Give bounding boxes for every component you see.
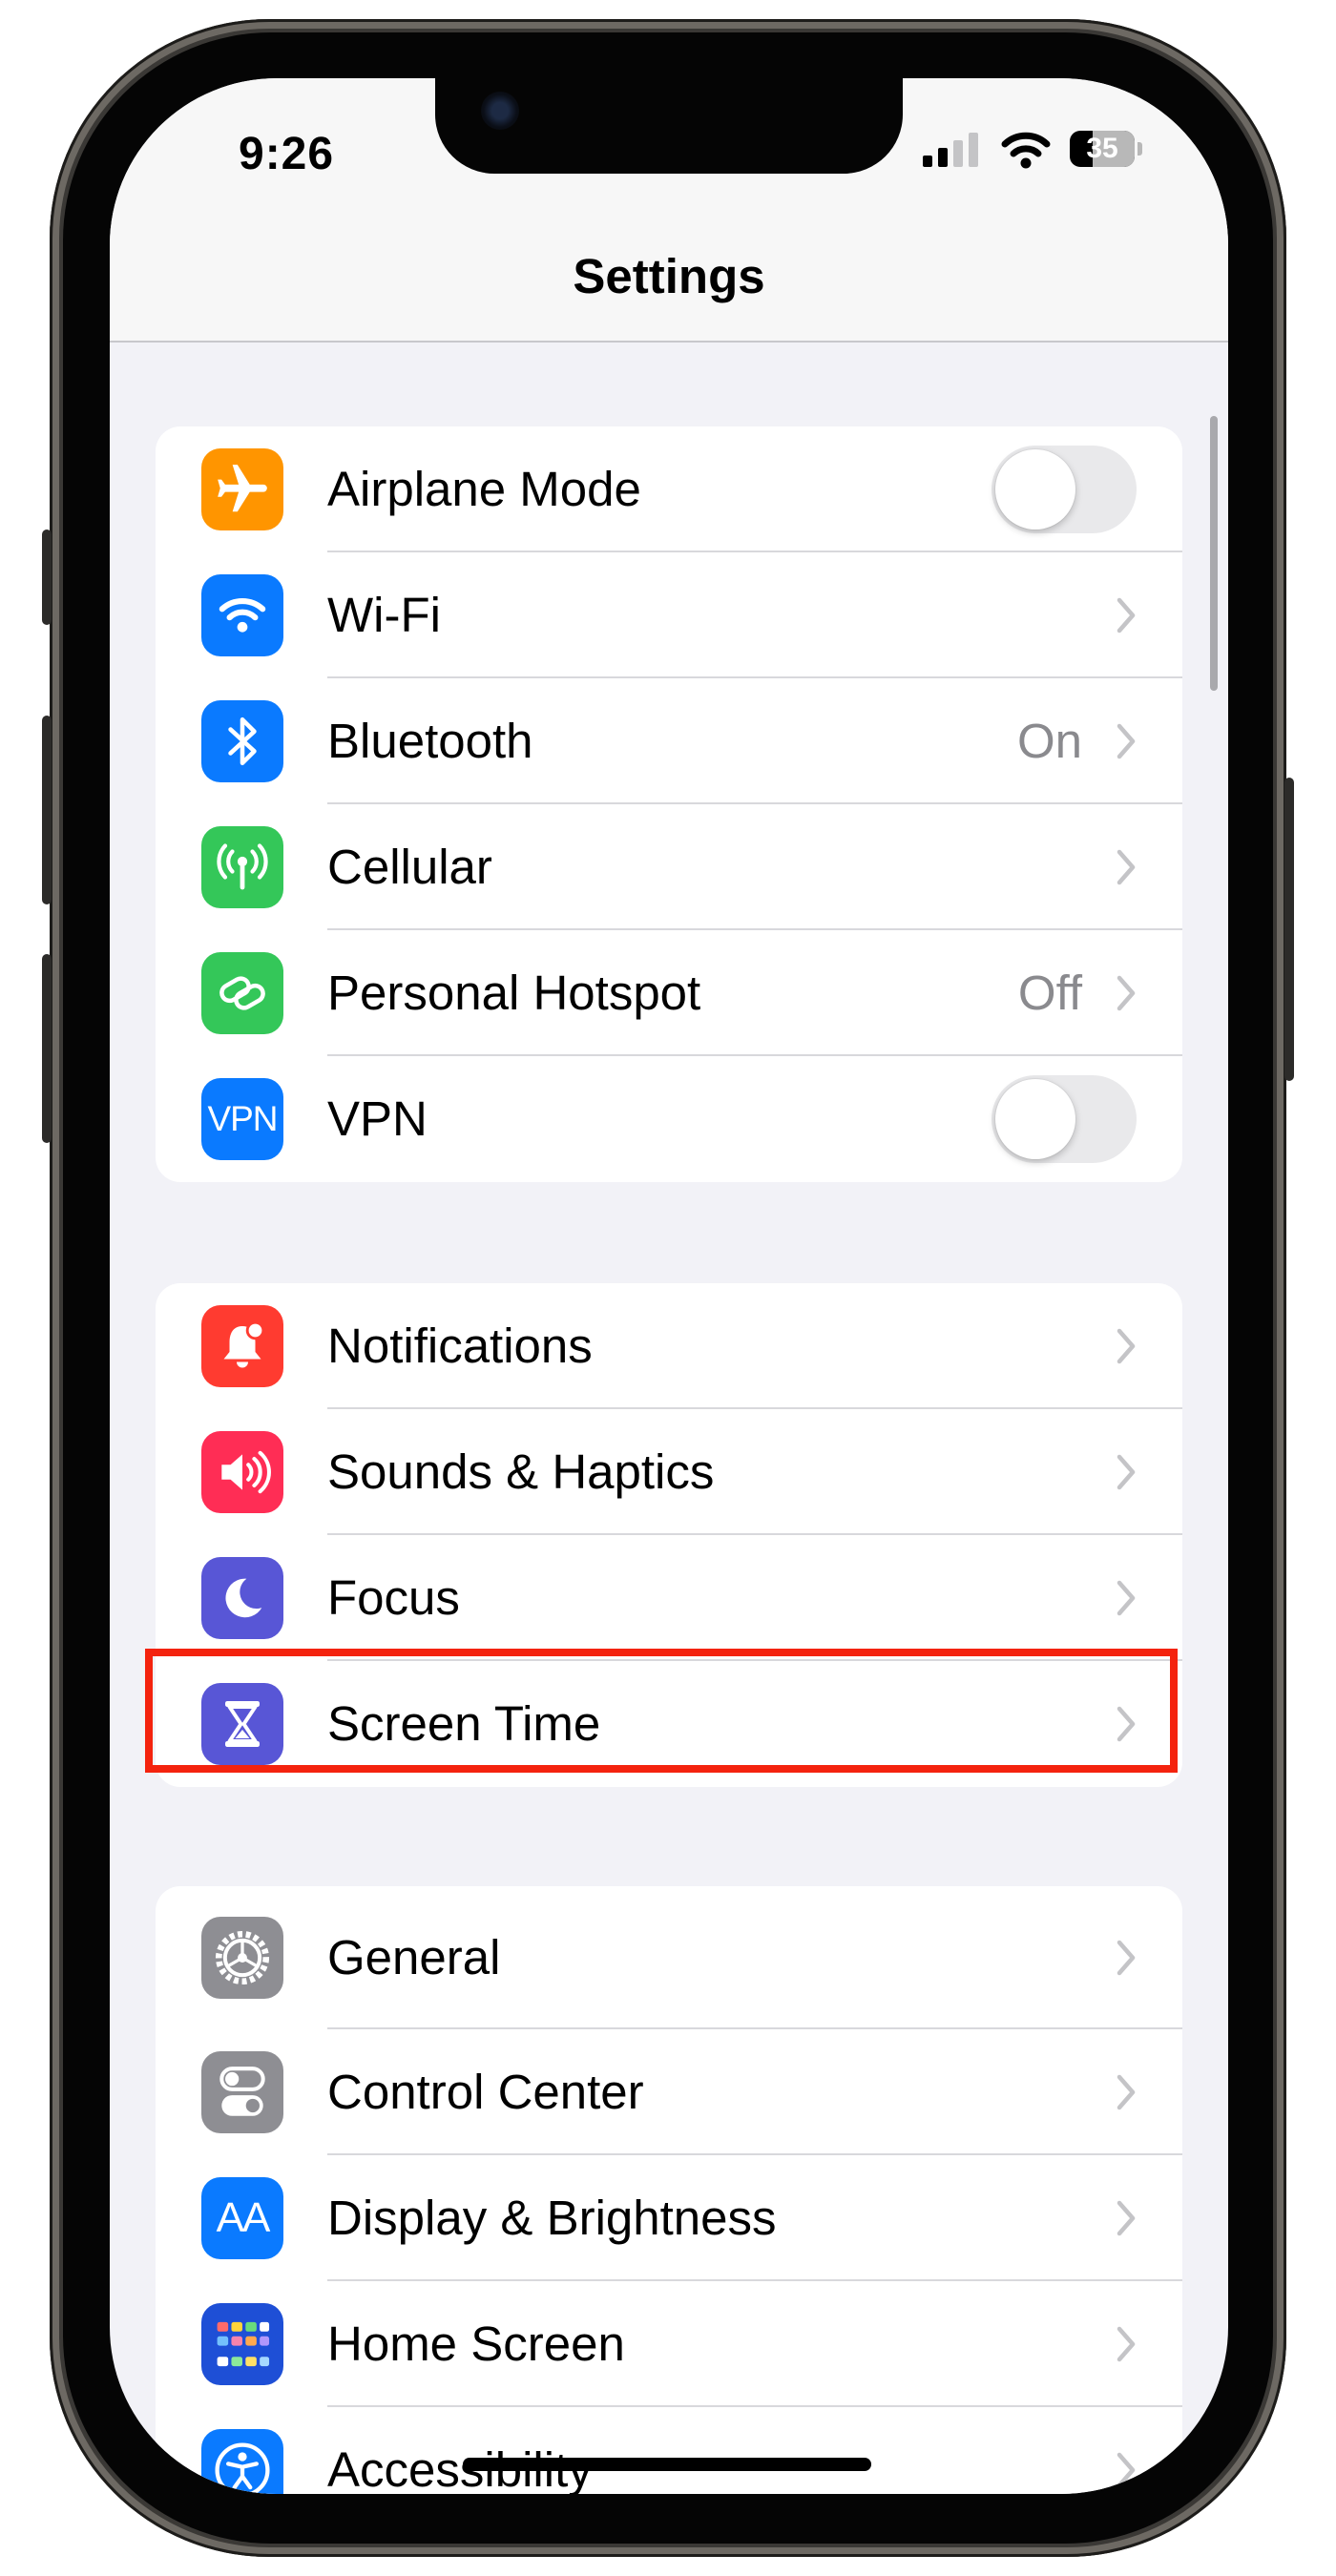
chevron-right-icon xyxy=(1117,1328,1136,1364)
toggle-knob xyxy=(995,1079,1075,1159)
scroll-indicator[interactable] xyxy=(1210,416,1218,691)
page-title: Settings xyxy=(573,249,765,303)
accessibility-icon xyxy=(201,2429,283,2494)
airplane-mode-toggle[interactable] xyxy=(992,446,1137,533)
switches-icon xyxy=(201,2051,283,2133)
volume-up-button xyxy=(42,716,52,904)
action-button xyxy=(42,530,52,625)
row-label: General xyxy=(327,1930,501,1984)
row-label: Focus xyxy=(327,1570,460,1625)
row-focus[interactable]: Focus xyxy=(156,1535,1182,1661)
row-label: Control Center xyxy=(327,2065,644,2119)
vpn-toggle[interactable] xyxy=(992,1075,1137,1163)
moon-icon xyxy=(201,1557,283,1639)
bluetooth-icon xyxy=(201,700,283,782)
chevron-right-icon xyxy=(1117,723,1136,759)
notch xyxy=(435,78,903,174)
row-vpn[interactable]: VPN VPN xyxy=(156,1056,1182,1182)
airplane-icon xyxy=(201,448,283,530)
chevron-right-icon xyxy=(1117,597,1136,634)
vpn-icon: VPN xyxy=(201,1078,283,1160)
row-bluetooth[interactable]: Bluetooth On xyxy=(156,678,1182,804)
hotspot-chain-icon xyxy=(201,952,283,1034)
row-home-screen[interactable]: Home Screen xyxy=(156,2281,1182,2407)
chevron-right-icon xyxy=(1117,1454,1136,1490)
row-label: VPN xyxy=(327,1091,428,1146)
status-time: 9:26 xyxy=(239,129,335,179)
row-label: Bluetooth xyxy=(327,714,533,768)
screen: Settings 9:26 35 Airplane Mode Wi-Fi Blu… xyxy=(110,78,1228,2494)
battery-percent: 35 xyxy=(1086,133,1118,164)
chevron-right-icon xyxy=(1117,2200,1136,2236)
cellular-antenna-icon xyxy=(201,826,283,908)
hotspot-status-value: Off xyxy=(1017,966,1082,1020)
row-label: Display & Brightness xyxy=(327,2191,777,2245)
bell-icon xyxy=(201,1305,283,1387)
signal-bars-icon xyxy=(923,133,978,167)
wifi-status-icon xyxy=(1001,132,1051,169)
highlight-box xyxy=(145,1649,1178,1773)
row-airplane-mode[interactable]: Airplane Mode xyxy=(156,426,1182,552)
chevron-right-icon xyxy=(1117,2452,1136,2488)
chevron-right-icon xyxy=(1117,849,1136,885)
text-size-icon: AA xyxy=(201,2177,283,2259)
row-accessibility[interactable]: Accessibility xyxy=(156,2407,1182,2494)
settings-group-connectivity: Airplane Mode Wi-Fi Bluetooth On Cellula… xyxy=(156,426,1182,1182)
row-display-brightness[interactable]: AA Display & Brightness xyxy=(156,2155,1182,2281)
row-wifi[interactable]: Wi-Fi xyxy=(156,552,1182,678)
text-size-icon-text: AA xyxy=(216,2194,271,2241)
row-label: Home Screen xyxy=(327,2316,625,2371)
front-camera-icon xyxy=(481,92,519,130)
vpn-icon-text: VPN xyxy=(207,1099,278,1138)
speaker-icon xyxy=(201,1431,283,1513)
row-label: Wi-Fi xyxy=(327,588,441,642)
chevron-right-icon xyxy=(1117,1580,1136,1616)
bluetooth-status-value: On xyxy=(1016,714,1082,768)
chevron-right-icon xyxy=(1117,1940,1136,1976)
settings-group-general: General Control Center AA Display & Brig… xyxy=(156,1886,1182,2494)
toggle-knob xyxy=(995,449,1075,530)
home-indicator[interactable] xyxy=(463,2458,871,2471)
row-general[interactable]: General xyxy=(156,1886,1182,2029)
row-label: Cellular xyxy=(327,840,492,894)
chevron-right-icon xyxy=(1117,975,1136,1011)
chevron-right-icon xyxy=(1117,2074,1136,2110)
row-cellular[interactable]: Cellular xyxy=(156,804,1182,930)
row-label: Airplane Mode xyxy=(327,462,641,516)
row-notifications[interactable]: Notifications xyxy=(156,1283,1182,1409)
row-sounds-haptics[interactable]: Sounds & Haptics xyxy=(156,1409,1182,1535)
row-label: Notifications xyxy=(327,1319,593,1373)
power-button xyxy=(1284,778,1294,1081)
volume-down-button xyxy=(42,954,52,1143)
row-label: Accessibility xyxy=(327,2442,593,2494)
row-personal-hotspot[interactable]: Personal Hotspot Off xyxy=(156,930,1182,1056)
row-control-center[interactable]: Control Center xyxy=(156,2029,1182,2155)
wifi-icon xyxy=(201,574,283,656)
row-label: Sounds & Haptics xyxy=(327,1444,715,1499)
battery-icon: 35 xyxy=(1070,131,1135,167)
chevron-right-icon xyxy=(1117,2326,1136,2362)
gear-icon xyxy=(201,1917,283,1999)
app-grid-icon xyxy=(201,2303,283,2385)
row-label: Personal Hotspot xyxy=(327,966,701,1020)
battery-tip xyxy=(1138,142,1142,156)
